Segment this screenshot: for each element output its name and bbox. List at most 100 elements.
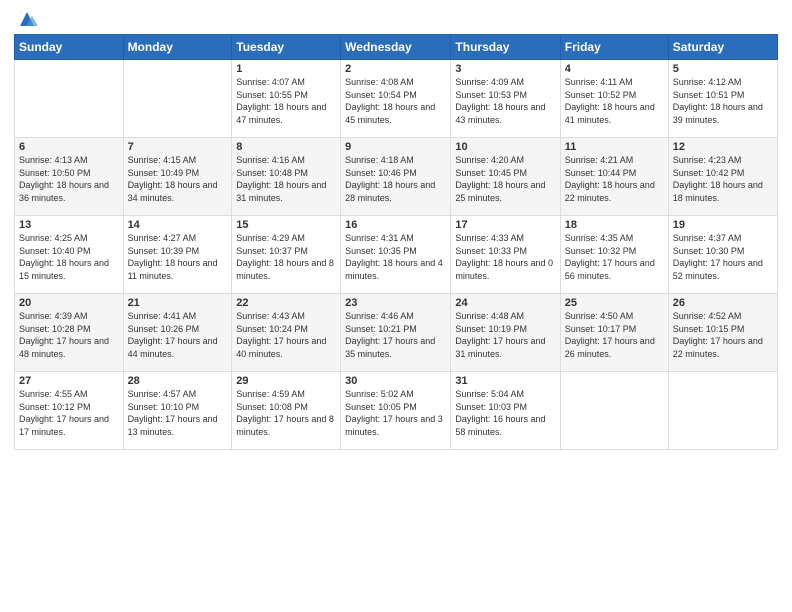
day-info: Sunrise: 4:11 AM Sunset: 10:52 PM Daylig… (565, 76, 664, 126)
day-info: Sunrise: 4:21 AM Sunset: 10:44 PM Daylig… (565, 154, 664, 204)
day-number: 6 (19, 141, 119, 153)
calendar-cell: 3Sunrise: 4:09 AM Sunset: 10:53 PM Dayli… (451, 60, 560, 138)
day-info: Sunrise: 4:23 AM Sunset: 10:42 PM Daylig… (673, 154, 773, 204)
calendar-header-friday: Friday (560, 35, 668, 60)
calendar-cell: 17Sunrise: 4:33 AM Sunset: 10:33 PM Dayl… (451, 216, 560, 294)
calendar-cell: 31Sunrise: 5:04 AM Sunset: 10:03 PM Dayl… (451, 372, 560, 450)
day-number: 8 (236, 141, 336, 153)
day-number: 23 (345, 297, 446, 309)
calendar-cell: 8Sunrise: 4:16 AM Sunset: 10:48 PM Dayli… (232, 138, 341, 216)
day-info: Sunrise: 4:25 AM Sunset: 10:40 PM Daylig… (19, 232, 119, 282)
calendar-cell: 22Sunrise: 4:43 AM Sunset: 10:24 PM Dayl… (232, 294, 341, 372)
day-number: 28 (128, 375, 228, 387)
day-number: 3 (455, 63, 555, 75)
calendar-cell: 16Sunrise: 4:31 AM Sunset: 10:35 PM Dayl… (341, 216, 451, 294)
calendar-header-wednesday: Wednesday (341, 35, 451, 60)
calendar-cell: 27Sunrise: 4:55 AM Sunset: 10:12 PM Dayl… (15, 372, 124, 450)
day-info: Sunrise: 4:52 AM Sunset: 10:15 PM Daylig… (673, 310, 773, 360)
calendar-header-thursday: Thursday (451, 35, 560, 60)
day-info: Sunrise: 4:09 AM Sunset: 10:53 PM Daylig… (455, 76, 555, 126)
calendar-header-row: SundayMondayTuesdayWednesdayThursdayFrid… (15, 35, 778, 60)
logo-icon (16, 8, 38, 30)
day-number: 2 (345, 63, 446, 75)
day-number: 7 (128, 141, 228, 153)
header (14, 10, 778, 28)
day-info: Sunrise: 4:57 AM Sunset: 10:10 PM Daylig… (128, 388, 228, 438)
day-info: Sunrise: 4:13 AM Sunset: 10:50 PM Daylig… (19, 154, 119, 204)
calendar-cell: 4Sunrise: 4:11 AM Sunset: 10:52 PM Dayli… (560, 60, 668, 138)
day-info: Sunrise: 4:59 AM Sunset: 10:08 PM Daylig… (236, 388, 336, 438)
calendar-cell: 18Sunrise: 4:35 AM Sunset: 10:32 PM Dayl… (560, 216, 668, 294)
calendar-cell: 12Sunrise: 4:23 AM Sunset: 10:42 PM Dayl… (668, 138, 777, 216)
calendar-cell: 7Sunrise: 4:15 AM Sunset: 10:49 PM Dayli… (123, 138, 232, 216)
calendar-cell: 25Sunrise: 4:50 AM Sunset: 10:17 PM Dayl… (560, 294, 668, 372)
calendar-cell: 15Sunrise: 4:29 AM Sunset: 10:37 PM Dayl… (232, 216, 341, 294)
calendar-cell: 6Sunrise: 4:13 AM Sunset: 10:50 PM Dayli… (15, 138, 124, 216)
calendar-cell (15, 60, 124, 138)
calendar-cell: 1Sunrise: 4:07 AM Sunset: 10:55 PM Dayli… (232, 60, 341, 138)
day-info: Sunrise: 4:37 AM Sunset: 10:30 PM Daylig… (673, 232, 773, 282)
day-number: 5 (673, 63, 773, 75)
day-info: Sunrise: 5:04 AM Sunset: 10:03 PM Daylig… (455, 388, 555, 438)
day-number: 15 (236, 219, 336, 231)
day-number: 31 (455, 375, 555, 387)
calendar-cell: 14Sunrise: 4:27 AM Sunset: 10:39 PM Dayl… (123, 216, 232, 294)
day-number: 1 (236, 63, 336, 75)
calendar-cell: 9Sunrise: 4:18 AM Sunset: 10:46 PM Dayli… (341, 138, 451, 216)
calendar-week-row: 6Sunrise: 4:13 AM Sunset: 10:50 PM Dayli… (15, 138, 778, 216)
calendar-week-row: 20Sunrise: 4:39 AM Sunset: 10:28 PM Dayl… (15, 294, 778, 372)
day-number: 25 (565, 297, 664, 309)
calendar-header-sunday: Sunday (15, 35, 124, 60)
day-info: Sunrise: 4:39 AM Sunset: 10:28 PM Daylig… (19, 310, 119, 360)
day-number: 26 (673, 297, 773, 309)
day-info: Sunrise: 4:46 AM Sunset: 10:21 PM Daylig… (345, 310, 446, 360)
day-info: Sunrise: 4:29 AM Sunset: 10:37 PM Daylig… (236, 232, 336, 282)
page: SundayMondayTuesdayWednesdayThursdayFrid… (0, 0, 792, 612)
day-info: Sunrise: 4:07 AM Sunset: 10:55 PM Daylig… (236, 76, 336, 126)
day-number: 10 (455, 141, 555, 153)
calendar-cell: 23Sunrise: 4:46 AM Sunset: 10:21 PM Dayl… (341, 294, 451, 372)
day-info: Sunrise: 4:55 AM Sunset: 10:12 PM Daylig… (19, 388, 119, 438)
calendar-header-monday: Monday (123, 35, 232, 60)
calendar-week-row: 1Sunrise: 4:07 AM Sunset: 10:55 PM Dayli… (15, 60, 778, 138)
day-number: 18 (565, 219, 664, 231)
day-number: 19 (673, 219, 773, 231)
calendar-cell: 20Sunrise: 4:39 AM Sunset: 10:28 PM Dayl… (15, 294, 124, 372)
day-info: Sunrise: 4:50 AM Sunset: 10:17 PM Daylig… (565, 310, 664, 360)
logo (14, 10, 38, 28)
calendar-cell: 28Sunrise: 4:57 AM Sunset: 10:10 PM Dayl… (123, 372, 232, 450)
day-number: 13 (19, 219, 119, 231)
day-number: 16 (345, 219, 446, 231)
day-number: 29 (236, 375, 336, 387)
day-info: Sunrise: 4:08 AM Sunset: 10:54 PM Daylig… (345, 76, 446, 126)
calendar-cell: 21Sunrise: 4:41 AM Sunset: 10:26 PM Dayl… (123, 294, 232, 372)
calendar-cell: 30Sunrise: 5:02 AM Sunset: 10:05 PM Dayl… (341, 372, 451, 450)
day-number: 12 (673, 141, 773, 153)
day-info: Sunrise: 4:41 AM Sunset: 10:26 PM Daylig… (128, 310, 228, 360)
calendar-cell: 26Sunrise: 4:52 AM Sunset: 10:15 PM Dayl… (668, 294, 777, 372)
calendar-cell: 13Sunrise: 4:25 AM Sunset: 10:40 PM Dayl… (15, 216, 124, 294)
calendar-cell: 29Sunrise: 4:59 AM Sunset: 10:08 PM Dayl… (232, 372, 341, 450)
calendar-header-saturday: Saturday (668, 35, 777, 60)
day-number: 27 (19, 375, 119, 387)
calendar-cell (560, 372, 668, 450)
day-info: Sunrise: 4:27 AM Sunset: 10:39 PM Daylig… (128, 232, 228, 282)
calendar-cell (123, 60, 232, 138)
day-number: 20 (19, 297, 119, 309)
day-info: Sunrise: 4:31 AM Sunset: 10:35 PM Daylig… (345, 232, 446, 282)
day-info: Sunrise: 4:33 AM Sunset: 10:33 PM Daylig… (455, 232, 555, 282)
day-info: Sunrise: 4:15 AM Sunset: 10:49 PM Daylig… (128, 154, 228, 204)
day-number: 17 (455, 219, 555, 231)
day-number: 22 (236, 297, 336, 309)
day-number: 11 (565, 141, 664, 153)
calendar-cell: 10Sunrise: 4:20 AM Sunset: 10:45 PM Dayl… (451, 138, 560, 216)
day-info: Sunrise: 4:18 AM Sunset: 10:46 PM Daylig… (345, 154, 446, 204)
calendar-cell: 11Sunrise: 4:21 AM Sunset: 10:44 PM Dayl… (560, 138, 668, 216)
calendar-cell: 24Sunrise: 4:48 AM Sunset: 10:19 PM Dayl… (451, 294, 560, 372)
calendar-week-row: 27Sunrise: 4:55 AM Sunset: 10:12 PM Dayl… (15, 372, 778, 450)
day-info: Sunrise: 4:20 AM Sunset: 10:45 PM Daylig… (455, 154, 555, 204)
day-number: 30 (345, 375, 446, 387)
day-number: 21 (128, 297, 228, 309)
calendar-cell: 19Sunrise: 4:37 AM Sunset: 10:30 PM Dayl… (668, 216, 777, 294)
day-info: Sunrise: 4:48 AM Sunset: 10:19 PM Daylig… (455, 310, 555, 360)
